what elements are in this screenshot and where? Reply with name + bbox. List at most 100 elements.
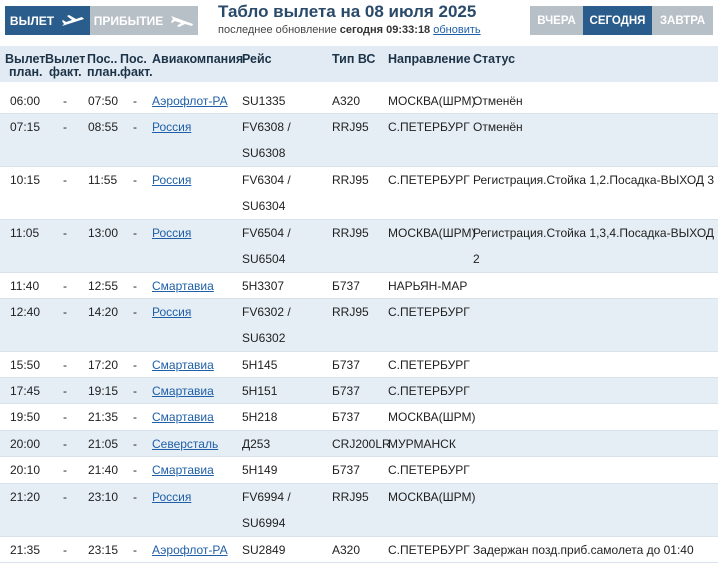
destination: С.ПЕТЕРБУРГ [388,305,470,319]
refresh-link[interactable]: обновить [433,24,480,36]
departure-tab[interactable]: ВЫЛЕТ [5,6,90,35]
flight-number: FV6302 / SU6302 [242,299,291,351]
flight-number-codeshare: SU6504 [242,252,286,266]
flight-row: 07:15-08:55- Россия FV6308 /SU6308 RRJ95 С.П… [0,114,718,167]
airline-link[interactable]: Россия [152,167,191,193]
dep-fact-time: - [63,410,67,424]
destination: С.ПЕТЕРБУРГ [388,120,470,134]
dep-plan-time: 20:10 [10,463,41,477]
airline-link[interactable]: Россия [152,299,191,325]
yesterday-button[interactable]: ВЧЕРА [530,6,583,35]
page-title: Табло вылета на 08 июля 2025 [218,2,477,21]
destination: МОСКВА(ШРМ) [388,490,476,504]
flight-number-primary: FV6308 / [242,120,291,134]
dep-plan-time: 10:15 [10,173,41,187]
flight-number: SU2849 [242,537,285,563]
flight-status-text: Регистрация.Стойка 1,3,4.Посадка-ВЫХОД [473,226,715,240]
dep-fact-time: - [63,226,67,240]
arr-plan-time: 08:55 [88,120,119,134]
flight-number-primary: SU2849 [242,543,286,557]
flight-number-primary: 5Н218 [242,410,278,424]
flight-number-primary: FV6302 / [242,305,291,319]
col-dep-plan-line2: план. [9,65,43,79]
dep-plan-time: 21:20 [10,490,41,504]
dep-fact-time: - [63,543,67,557]
airline-link[interactable]: Смартавиа [152,378,214,404]
flight-status: Отменён [473,114,713,140]
dep-plan-time: 15:50 [10,358,41,372]
dep-plan-time: 11:05 [10,226,40,240]
flight-row: 11:05-13:00- Россия FV6504 /SU6504 RRJ95 МОС… [0,220,718,273]
airline-link[interactable]: Смартавиа [152,404,214,430]
destination: МОСКВА(ШРМ) [388,410,476,424]
flight-row: 12:40-14:20- Россия FV6302 /SU6302 RRJ95 С.П… [0,299,718,352]
flight-number: 5Н218 [242,404,277,430]
today-button[interactable]: СЕГОДНЯ [583,6,652,35]
destination: С.ПЕТЕРБУРГ [388,358,470,372]
aircraft-type: Б737 [332,358,360,372]
col-dep-fact-line2: факт. [49,65,82,79]
arr-fact-time: - [133,410,137,424]
aircraft-type: Б737 [332,279,360,293]
flight-number-primary: FV6504 / [242,226,291,240]
dep-fact-time: - [63,305,67,319]
airline-link[interactable]: Россия [152,114,191,140]
direction-switch: ВЫЛЕТ ПРИБЫТИЕ [5,6,198,35]
title-block: Табло вылета на 08 июля 2025 последнее о… [218,2,481,37]
arr-plan-time: 07:50 [88,94,119,108]
col-dep-plan: Вылет план. [5,53,45,79]
arr-fact-time: - [133,463,137,477]
flight-number: 5Н3307 [242,273,284,299]
col-dep-fact-line1: Вылет [45,52,86,66]
flight-row: 10:15 - 11:55 - Россия FV6304 / SU6304 RRJ95 С.П… [0,167,718,220]
col-arr-plan: Пос.. план. [87,53,120,79]
dep-fact-time: - [63,358,67,372]
arr-plan-time: 23:10 [88,490,119,504]
arr-fact-time: - [133,384,137,398]
flight-number-primary: FV6304 / [242,173,291,187]
airline-link[interactable]: Смартавиа [152,352,214,378]
col-arr-fact: Пос. факт. [120,53,153,79]
airline-link[interactable]: Смартавиа [152,273,214,299]
flight-number-codeshare: SU6302 [242,331,286,345]
destination: С.ПЕТЕРБУРГ [388,384,470,398]
flight-number: FV6308 / SU6308 [242,114,291,166]
flight-status: Регистрация.Стойка 1,2.Посадка-ВЫХОД 3 [473,167,714,193]
flight-number: 5Н149 [242,457,277,483]
flight-number-primary: FV6994 / [242,490,291,504]
arrival-tab[interactable]: ПРИБЫТИЕ [90,6,198,35]
airline-link[interactable]: Северсталь [152,431,218,457]
flight-number: FV6994 / SU6994 [242,484,291,536]
flight-number-primary: SU1335 [242,94,286,108]
airline-link[interactable]: Смартавиа [152,457,214,483]
dep-fact-time: - [63,173,67,187]
dep-plan-time: 20:00 [10,437,41,451]
aircraft-type: Б737 [332,384,360,398]
airline-link[interactable]: Россия [152,220,191,246]
airline-link[interactable]: Россия [152,484,191,510]
arr-fact-time: - [133,173,137,187]
col-flight: Рейс [242,52,272,66]
airline-link[interactable]: Аэрофлот-РА [152,537,228,563]
flight-number-primary: 5Н145 [242,358,278,372]
update-time: сегодня 09:33:18 [339,24,431,36]
destination: С.ПЕТЕРБУРГ [388,463,470,477]
aircraft-type: CRJ200LR [332,437,391,451]
aircraft-type: А320 [332,543,361,557]
destination: МОСКВА(ШРМ) [388,94,476,108]
airline-link[interactable]: Аэрофлот-РА [152,88,228,114]
arr-plan-time: 11:55 [88,173,118,187]
tomorrow-button[interactable]: ЗАВТРА [652,6,713,35]
dep-plan-time: 12:40 [10,305,41,319]
aircraft-type: Б737 [332,463,360,477]
dep-fact-time: - [63,94,67,108]
destination: С.ПЕТЕРБУРГ [388,543,470,557]
col-airline: Авиакомпания [152,52,244,66]
dep-fact-time: - [63,384,67,398]
aircraft-type: RRJ95 [332,173,369,187]
day-switch: ВЧЕРА СЕГОДНЯ ЗАВТРА [530,6,713,35]
flight-row: 06:00-07:50- Аэрофлот-РА SU1335 А320 МОСКВА(… [0,88,718,114]
dep-fact-time: - [63,463,67,477]
flight-number: FV6304 / SU6304 [242,167,291,219]
flight-row: 20:10-21:40- Смартавиа 5Н149 Б737 С.ПЕТЕРБУР… [0,457,718,484]
